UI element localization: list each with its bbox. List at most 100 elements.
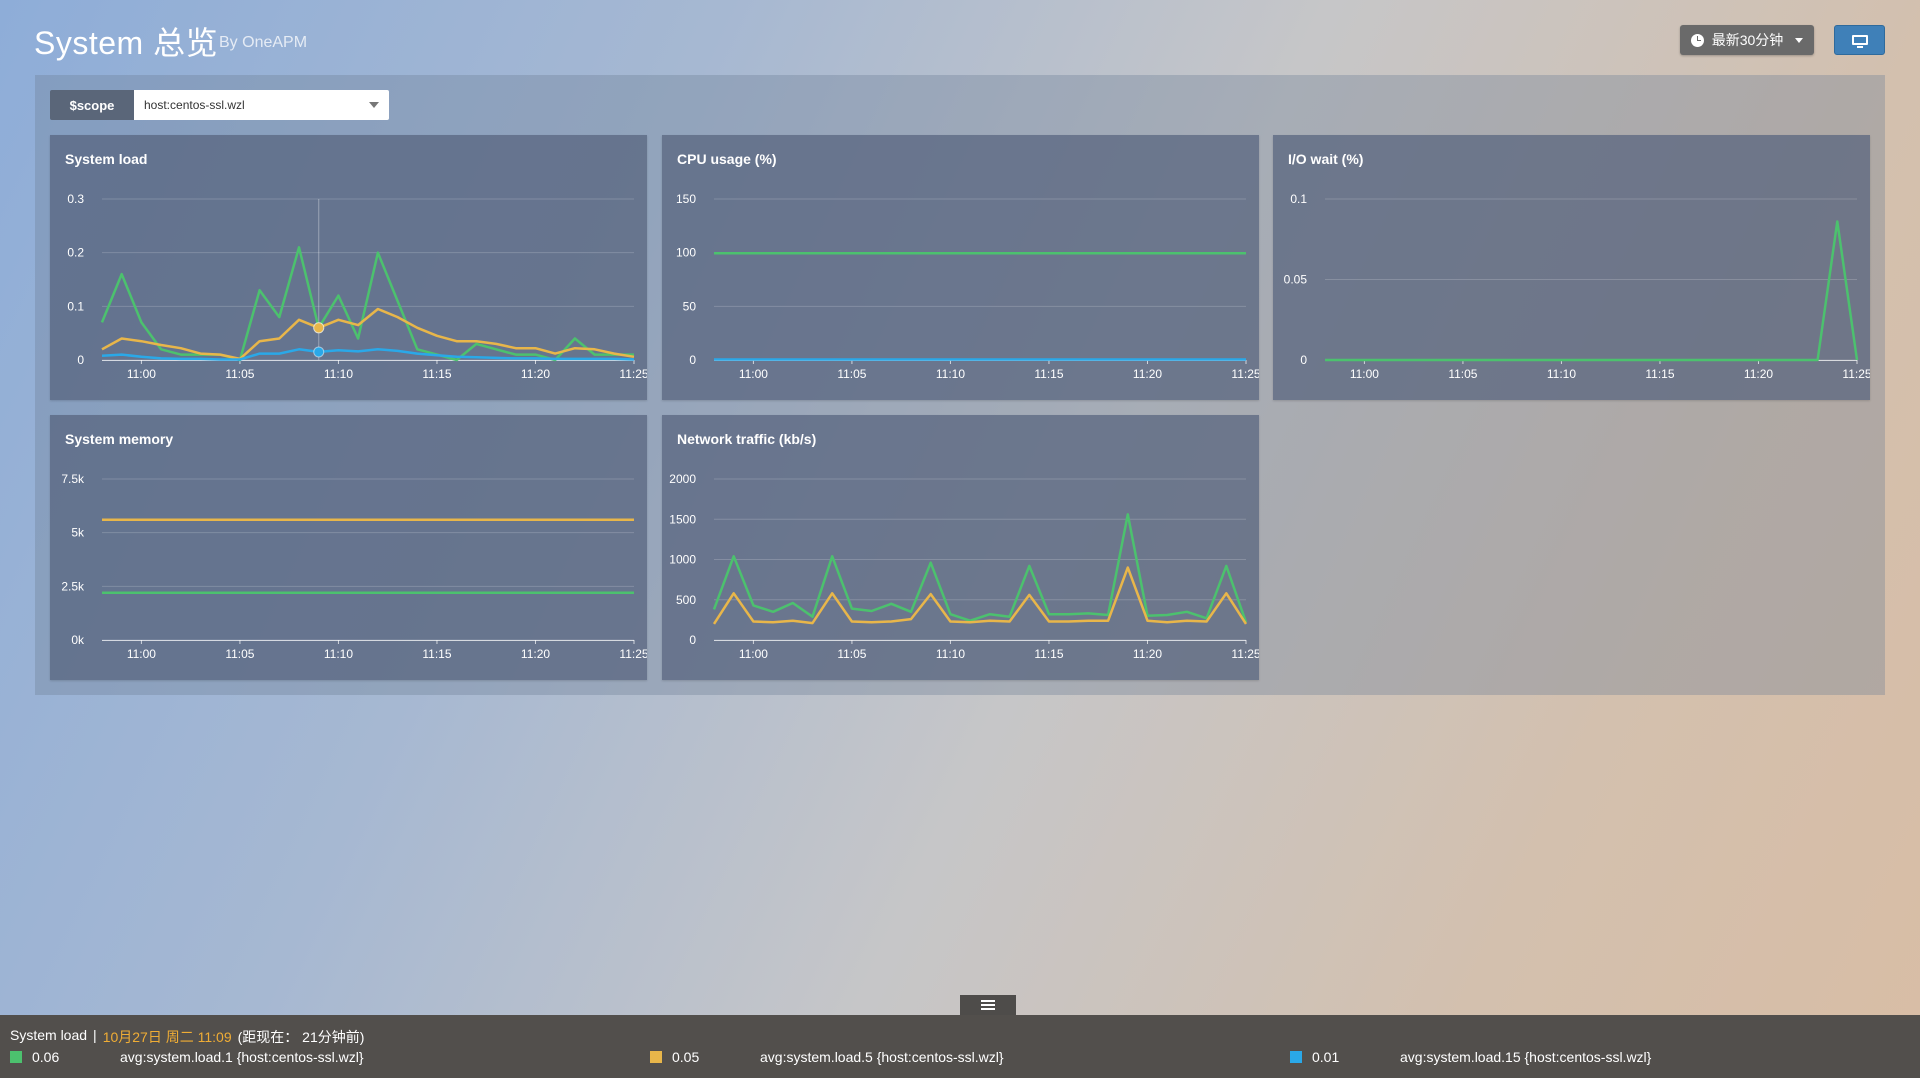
footer-header: System load | 10月27日 周二 11:09 (距现在： 21分钟… — [10, 1027, 364, 1047]
clock-icon — [1690, 33, 1704, 47]
x-tick-label: 11:25 — [1231, 647, 1259, 661]
caret-down-icon — [1795, 37, 1804, 43]
y-tick-label: 0.2 — [67, 246, 84, 260]
x-tick-label: 11:15 — [1034, 367, 1063, 381]
x-tick-label: 11:10 — [936, 647, 965, 661]
y-tick-label: 0.1 — [67, 299, 84, 313]
monitor-icon — [1851, 35, 1868, 48]
x-tick-label: 11:05 — [225, 647, 254, 661]
y-tick-label: 150 — [676, 192, 696, 206]
hover-point — [313, 322, 325, 334]
y-tick-label: 0.05 — [1284, 273, 1308, 287]
legend-label: avg:system.load.5 {host:centos-ssl.wzl} — [760, 1049, 1004, 1065]
legend-label: avg:system.load.1 {host:centos-ssl.wzl} — [120, 1049, 364, 1065]
time-range-label: 最新30分钟 — [1711, 32, 1784, 48]
x-tick-label: 11:15 — [422, 367, 451, 381]
x-tick-label: 11:00 — [739, 367, 768, 381]
y-tick-label: 0.1 — [1290, 192, 1307, 206]
footer-toggle-button[interactable] — [960, 995, 1016, 1015]
panel-cpu-usage[interactable]: CPU usage (%) 0 50 100 150 11:00 11:05 11:10 11… — [662, 135, 1259, 400]
x-tick-label: 11:00 — [127, 367, 156, 381]
page-subtitle: By OneAPM — [219, 34, 308, 51]
legend-label: avg:system.load.15 {host:centos-ssl.wzl} — [1400, 1049, 1652, 1065]
y-tick-label: 1500 — [669, 512, 696, 526]
panel-system-memory[interactable]: System memory 0k 2.5k 5k 7.5k 11:00 11:05 11:1… — [50, 415, 647, 680]
footer-date: 10月27日 周二 11:09 — [102, 1029, 232, 1045]
system-load-chart[interactable]: 0 0.1 0.2 0.3 11:00 11:05 11:10 11:15 11:20 11:25 — [50, 135, 647, 400]
y-tick-label: 500 — [676, 593, 696, 607]
x-tick-label: 11:00 — [1350, 367, 1379, 381]
legend-value: 0.06 — [32, 1049, 60, 1065]
y-tick-label: 0 — [689, 353, 696, 367]
y-tick-label: 50 — [683, 299, 697, 313]
scope-select[interactable]: host:centos-ssl.wzl — [134, 90, 389, 120]
footer-relative-time: (距现在： 21分钟前) — [237, 1029, 365, 1045]
series-line — [712, 513, 1248, 623]
x-tick-label: 11:25 — [619, 367, 647, 381]
panel-io-wait[interactable]: I/O wait (%) 0 0.05 0.1 11:00 11:05 11:10 11:1… — [1273, 135, 1870, 400]
x-tick-label: 11:25 — [1842, 367, 1870, 381]
cpu-usage-chart[interactable]: 0 50 100 150 11:00 11:05 11:10 11:15 11:20 11:25 — [662, 135, 1259, 400]
hover-point — [313, 346, 325, 358]
footer-separator: | — [93, 1027, 97, 1043]
legend-swatch — [10, 1051, 22, 1063]
io-wait-chart[interactable]: 0 0.05 0.1 11:00 11:05 11:10 11:15 11:20 11:25 — [1273, 135, 1870, 400]
panel-system-load[interactable]: System load 0 0.1 0.2 0.3 11:00 11:05 11:10 11:… — [50, 135, 647, 400]
x-tick-label: 11:05 — [837, 367, 866, 381]
hover-details-footer: System load | 10月27日 周二 11:09 (距现在： 21分钟… — [0, 1015, 1920, 1078]
x-tick-label: 11:20 — [521, 367, 550, 381]
caret-down-icon — [369, 102, 379, 108]
x-tick-label: 11:20 — [1133, 367, 1162, 381]
y-tick-label: 0 — [77, 353, 84, 367]
x-tick-label: 11:15 — [1645, 367, 1674, 381]
x-tick-label: 11:20 — [1744, 367, 1773, 381]
system-memory-chart[interactable]: 0k 2.5k 5k 7.5k 11:00 11:05 11:10 11:15 11:20 11:… — [50, 415, 647, 680]
tv-mode-button[interactable] — [1834, 25, 1885, 55]
legend-swatch — [650, 1051, 662, 1063]
scope-label: $scope — [50, 90, 134, 120]
legend-item: 0.01 avg:system.load.15 {host:centos-ssl… — [1290, 1049, 1651, 1065]
legend-value: 0.05 — [672, 1049, 700, 1065]
y-tick-label: 0k — [71, 633, 85, 647]
legend-value: 0.01 — [1312, 1049, 1340, 1065]
series-line — [1325, 220, 1859, 362]
x-tick-label: 11:15 — [1034, 647, 1063, 661]
panel-network-traffic[interactable]: Network traffic (kb/s) 0 500 1000 1500 2000 1… — [662, 415, 1259, 680]
x-tick-label: 11:25 — [619, 647, 647, 661]
header: System 总览 By OneAPM 最新30分钟 — [0, 0, 1920, 76]
x-tick-label: 11:25 — [1231, 367, 1259, 381]
x-tick-label: 11:05 — [1448, 367, 1477, 381]
x-tick-label: 11:10 — [324, 367, 353, 381]
footer-panel-name: System load — [10, 1027, 88, 1043]
y-tick-label: 2000 — [669, 472, 696, 486]
legend-swatch — [1290, 1051, 1302, 1063]
y-tick-label: 5k — [71, 526, 85, 540]
x-tick-label: 11:10 — [1547, 367, 1576, 381]
scope-selector: $scope host:centos-ssl.wzl — [50, 90, 389, 120]
x-tick-label: 11:05 — [225, 367, 254, 381]
x-tick-label: 11:00 — [127, 647, 156, 661]
y-tick-label: 100 — [676, 246, 696, 260]
x-tick-label: 11:10 — [324, 647, 353, 661]
x-tick-label: 11:00 — [739, 647, 768, 661]
dashboard-area: $scope host:centos-ssl.wzl System load 0… — [35, 75, 1885, 695]
scope-value: host:centos-ssl.wzl — [144, 98, 245, 112]
y-tick-label: 7.5k — [61, 472, 85, 486]
y-tick-label: 1000 — [669, 553, 696, 567]
legend-item: 0.06 avg:system.load.1 {host:centos-ssl.… — [10, 1049, 364, 1065]
y-tick-label: 0 — [689, 633, 696, 647]
network-traffic-chart[interactable]: 0 500 1000 1500 2000 11:00 11:05 11:10 11:15 11:2… — [662, 415, 1259, 680]
x-tick-label: 11:10 — [936, 367, 965, 381]
legend-item: 0.05 avg:system.load.5 {host:centos-ssl.… — [650, 1049, 1004, 1065]
y-tick-label: 0.3 — [67, 192, 84, 206]
x-tick-label: 11:20 — [521, 647, 550, 661]
x-tick-label: 11:15 — [422, 647, 451, 661]
y-tick-label: 2.5k — [61, 579, 85, 593]
hamburger-icon — [981, 1000, 995, 1010]
x-tick-label: 11:05 — [837, 647, 866, 661]
page-title: System 总览 — [34, 25, 219, 61]
time-range-button[interactable]: 最新30分钟 — [1680, 25, 1814, 55]
series-line — [100, 246, 634, 362]
y-tick-label: 0 — [1300, 353, 1307, 367]
x-tick-label: 11:20 — [1133, 647, 1162, 661]
